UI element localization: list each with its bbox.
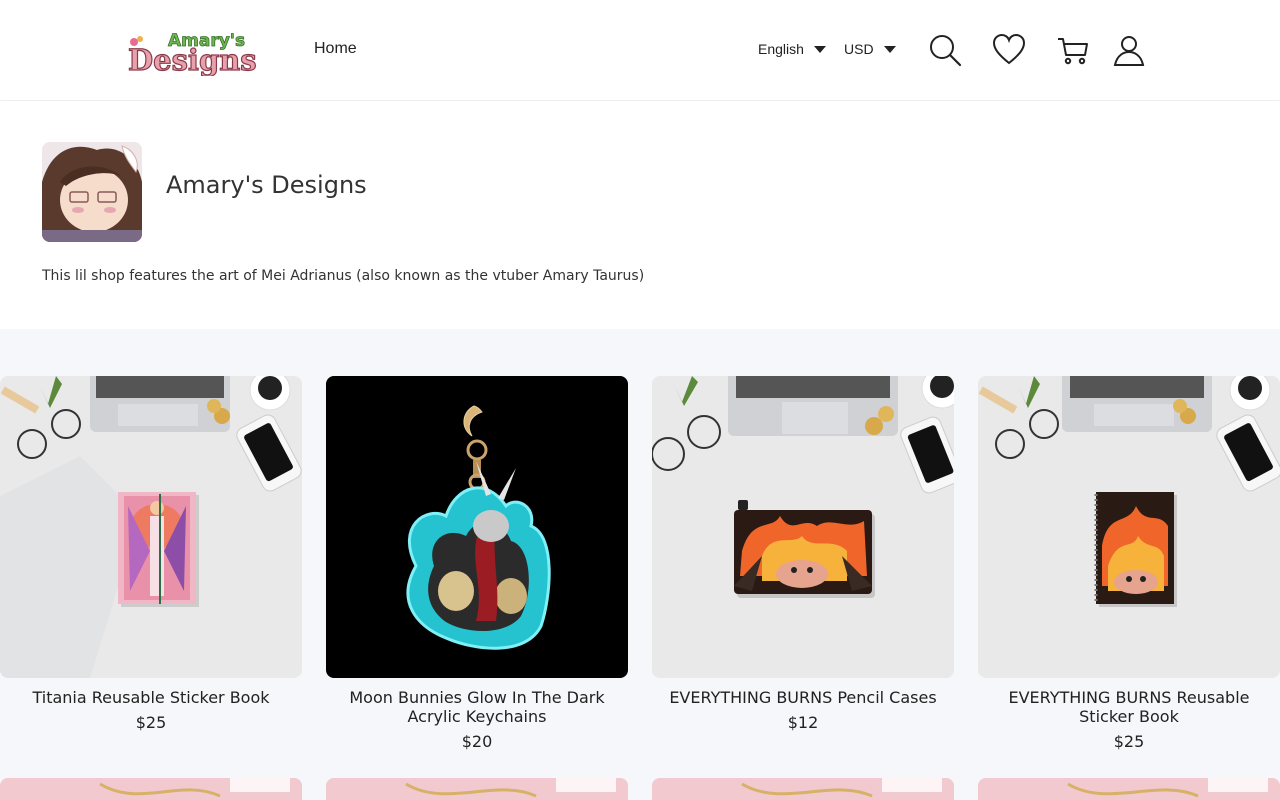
- product-price: $12: [787, 713, 819, 732]
- user-icon[interactable]: [1112, 33, 1146, 67]
- heart-icon[interactable]: [992, 33, 1026, 67]
- product-image[interactable]: [0, 778, 302, 800]
- product-image[interactable]: [652, 778, 954, 800]
- product-price: $25: [1113, 732, 1145, 751]
- product-image[interactable]: [652, 376, 954, 678]
- shop-name: Amary's Designs: [166, 171, 367, 199]
- product-card[interactable]: Moon Bunnies Glow In The Dark Acrylic Ke…: [326, 376, 628, 751]
- product-price: $25: [135, 713, 167, 732]
- product-card[interactable]: EVERYTHING BURNS Pencil Cases $12: [652, 376, 954, 732]
- product-image[interactable]: [326, 778, 628, 800]
- product-image[interactable]: [978, 376, 1280, 678]
- product-image[interactable]: [0, 376, 302, 678]
- cart-icon[interactable]: [1056, 33, 1090, 67]
- site-header: Amary's Designs Home English USD: [0, 0, 1280, 100]
- chevron-down-icon: [883, 45, 896, 53]
- product-price: $20: [461, 732, 493, 751]
- search-icon[interactable]: [928, 33, 962, 67]
- product-title[interactable]: EVERYTHING BURNS Reusable Sticker Book: [978, 688, 1280, 726]
- product-title[interactable]: EVERYTHING BURNS Pencil Cases: [652, 688, 954, 707]
- product-card[interactable]: EVERYTHING BURNS Reusable Sticker Book $…: [978, 376, 1280, 751]
- product-image[interactable]: [326, 376, 628, 678]
- product-card[interactable]: Titania Reusable Sticker Book $25: [0, 376, 302, 732]
- product-title[interactable]: Titania Reusable Sticker Book: [0, 688, 302, 707]
- product-title[interactable]: Moon Bunnies Glow In The Dark Acrylic Ke…: [326, 688, 628, 726]
- language-select[interactable]: English: [758, 41, 826, 57]
- currency-value: USD: [844, 41, 874, 57]
- language-value: English: [758, 41, 804, 57]
- shop-info-card: Amary's Designs This lil shop features t…: [0, 101, 1280, 329]
- svg-text:Designs: Designs: [128, 43, 257, 76]
- shop-avatar: [42, 142, 142, 242]
- shop-logo[interactable]: Amary's Designs: [126, 26, 264, 78]
- nav-home-link[interactable]: Home: [314, 40, 357, 58]
- currency-select[interactable]: USD: [844, 41, 896, 57]
- shop-description: This lil shop features the art of Mei Ad…: [42, 268, 645, 284]
- chevron-down-icon: [813, 45, 826, 53]
- product-image[interactable]: [978, 778, 1280, 800]
